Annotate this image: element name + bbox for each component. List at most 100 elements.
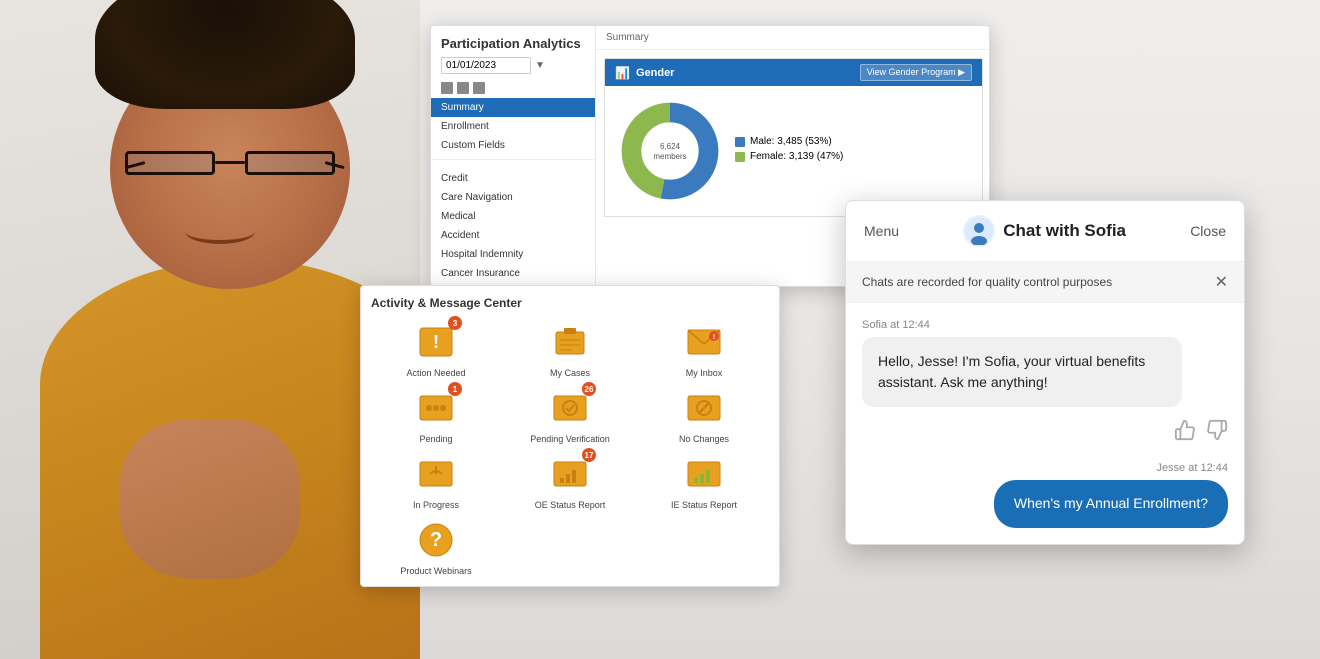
oe-status-report-icon-wrap: 17 xyxy=(548,452,592,496)
male-label: Male: 3,485 (53%) xyxy=(750,136,832,147)
chat-notice-text: Chats are recorded for quality control p… xyxy=(862,275,1112,289)
sofia-avatar-icon xyxy=(965,217,993,245)
list-item[interactable]: 17 OE Status Report xyxy=(505,452,635,510)
message-reactions xyxy=(862,415,1228,462)
list-item[interactable]: IE Status Report xyxy=(639,452,769,510)
ie-status-report-icon xyxy=(684,454,724,494)
analytics-nav-accident[interactable]: Accident xyxy=(431,226,595,245)
activity-panel: Activity & Message Center ! 3 Action Nee… xyxy=(360,285,780,587)
sofia-timestamp: Sofia at 12:44 xyxy=(862,319,1228,331)
ie-status-report-icon-wrap xyxy=(682,452,726,496)
thumbs-up-icon xyxy=(1174,419,1196,441)
oe-status-label: OE Status Report xyxy=(535,500,606,510)
action-needed-icon-wrap: ! 3 xyxy=(414,320,458,364)
list-item[interactable]: ! My Inbox xyxy=(639,320,769,378)
action-needed-label: Action Needed xyxy=(406,368,465,378)
female-dot xyxy=(735,152,745,162)
chat-close-button[interactable]: Close xyxy=(1190,223,1226,239)
chat-menu-button[interactable]: Menu xyxy=(864,223,899,239)
inbox-icon-wrap: ! xyxy=(682,320,726,364)
chat-header: Menu Chat with Sofia Close xyxy=(846,201,1244,262)
svg-text:!: ! xyxy=(433,332,439,352)
toolbar-icon-2[interactable] xyxy=(457,82,469,94)
bar-chart-icon: 📊 xyxy=(615,66,630,80)
pending-badge: 1 xyxy=(448,382,462,396)
analytics-date-dropdown[interactable]: ▼ xyxy=(535,60,545,71)
list-item[interactable]: 1 Pending xyxy=(371,386,501,444)
chat-notice-bar: Chats are recorded for quality control p… xyxy=(846,262,1244,303)
list-item[interactable]: ? Product Webinars xyxy=(371,518,501,576)
male-dot xyxy=(735,137,745,147)
my-cases-icon-wrap xyxy=(548,320,592,364)
product-webinars-icon-wrap: ? xyxy=(414,518,458,562)
list-item[interactable]: My Cases xyxy=(505,320,635,378)
in-progress-label: In Progress xyxy=(413,500,459,510)
list-item[interactable]: ! 3 Action Needed xyxy=(371,320,501,378)
gender-donut-chart: 6,624 members xyxy=(615,96,725,206)
analytics-nav-custom-fields[interactable]: Custom Fields xyxy=(431,136,595,155)
product-webinars-icon: ? xyxy=(416,520,456,560)
analytics-title: Participation Analytics xyxy=(431,36,595,57)
analytics-nav: Participation Analytics ▼ Summary Enroll… xyxy=(431,26,596,286)
analytics-date-row: ▼ xyxy=(431,57,595,80)
analytics-nav-medical[interactable]: Medical xyxy=(431,207,595,226)
pending-verification-badge: 26 xyxy=(582,382,596,396)
my-cases-label: My Cases xyxy=(550,368,590,378)
in-progress-icon-wrap xyxy=(414,452,458,496)
list-item[interactable]: No Changes xyxy=(639,386,769,444)
thumbs-down-button[interactable] xyxy=(1206,419,1228,446)
analytics-nav-summary[interactable]: Summary xyxy=(431,98,595,117)
donut-center-label: 6,624 members xyxy=(643,141,698,161)
person-hair xyxy=(95,0,355,109)
gender-legend: Male: 3,485 (53%) Female: 3,139 (47%) xyxy=(735,136,843,166)
analytics-right-header: Summary xyxy=(596,26,990,50)
analytics-nav-enrollment[interactable]: Enrollment xyxy=(431,117,595,136)
jesse-timestamp: Jesse at 12:44 xyxy=(862,462,1228,474)
person-smile xyxy=(185,219,255,244)
thumbs-up-button[interactable] xyxy=(1174,419,1196,446)
activity-title: Activity & Message Center xyxy=(371,296,769,310)
gender-header: 📊 Gender View Gender Program ▶ xyxy=(605,59,982,86)
my-cases-icon xyxy=(550,322,590,362)
svg-text:!: ! xyxy=(713,334,715,341)
analytics-date-input[interactable] xyxy=(441,57,531,74)
no-changes-icon-wrap xyxy=(682,386,726,430)
analytics-nav-care-navigation[interactable]: Care Navigation xyxy=(431,188,595,207)
sofia-message-bubble: Hello, Jesse! I'm Sofia, your virtual be… xyxy=(862,337,1182,407)
sofia-avatar xyxy=(963,215,995,247)
no-changes-icon xyxy=(684,388,724,428)
activity-grid: ! 3 Action Needed My Cases xyxy=(371,320,769,576)
product-webinars-label: Product Webinars xyxy=(400,566,471,576)
list-item[interactable]: In Progress xyxy=(371,452,501,510)
legend-female: Female: 3,139 (47%) xyxy=(735,151,843,162)
nav-separator xyxy=(431,159,595,165)
pending-label: Pending xyxy=(419,434,452,444)
jesse-message-bubble: When's my Annual Enrollment? xyxy=(994,480,1228,528)
toolbar-icon-1[interactable] xyxy=(441,82,453,94)
analytics-nav-hospital[interactable]: Hospital Indemnity xyxy=(431,245,595,264)
gender-header-left: 📊 Gender xyxy=(615,66,674,80)
svg-text:?: ? xyxy=(430,529,442,551)
chat-body: Sofia at 12:44 Hello, Jesse! I'm Sofia, … xyxy=(846,303,1244,544)
pending-verification-icon-wrap: 26 xyxy=(548,386,592,430)
chat-title: Chat with Sofia xyxy=(1003,221,1126,241)
female-label: Female: 3,139 (47%) xyxy=(750,151,843,162)
gender-title: Gender xyxy=(636,67,675,79)
analytics-nav-credit[interactable]: Credit xyxy=(431,169,595,188)
pending-icon-wrap: 1 xyxy=(414,386,458,430)
chat-notice-close-button[interactable]: ✕ xyxy=(1215,272,1228,292)
inbox-label: My Inbox xyxy=(686,368,723,378)
action-needed-badge: 3 xyxy=(448,316,462,330)
analytics-toolbar xyxy=(431,80,595,98)
toolbar-icon-3[interactable] xyxy=(473,82,485,94)
view-gender-button[interactable]: View Gender Program ▶ xyxy=(860,64,972,81)
thumbs-down-icon xyxy=(1206,419,1228,441)
analytics-nav-cancer-ins[interactable]: Cancer Insurance xyxy=(431,264,595,283)
no-changes-label: No Changes xyxy=(679,434,729,444)
person-hand xyxy=(120,419,300,579)
list-item[interactable]: 26 Pending Verification xyxy=(505,386,635,444)
legend-male: Male: 3,485 (53%) xyxy=(735,136,843,147)
person-glasses xyxy=(125,151,345,179)
oe-status-badge: 17 xyxy=(582,448,596,462)
in-progress-icon xyxy=(416,454,456,494)
